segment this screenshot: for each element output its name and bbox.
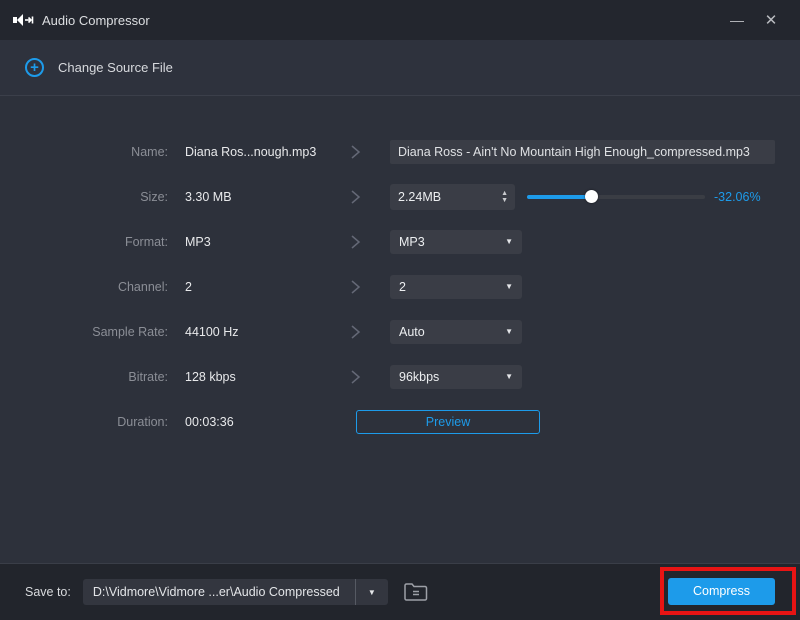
slider-fill — [527, 195, 592, 199]
close-icon: ✕ — [764, 12, 778, 29]
compress-button[interactable]: Compress — [668, 577, 775, 605]
name-row: Name: Diana Ros...nough.mp3 — [0, 129, 800, 174]
compression-form: Name: Diana Ros...nough.mp3 Size: 3.30 M… — [0, 96, 800, 563]
format-original-value: MP3 — [185, 234, 211, 249]
bitrate-selected-value: 96kbps — [399, 369, 440, 384]
channel-row: Channel: 2 2 ▼ — [0, 264, 800, 309]
window-title: Audio Compressor — [42, 12, 150, 28]
chevron-right-icon — [335, 323, 375, 341]
spinner-down-icon[interactable]: ▼ — [501, 197, 508, 204]
save-path-value: D:\Vidmore\Vidmore ...er\Audio Compresse… — [92, 585, 340, 599]
size-label: Size: — [140, 189, 168, 204]
target-size-spinner[interactable]: 2.24MB ▲ ▼ — [390, 183, 515, 210]
close-button[interactable]: ✕ — [754, 6, 788, 34]
name-label: Name: — [131, 144, 168, 159]
minimize-button[interactable]: — — [720, 6, 754, 34]
save-to-label: Save to: — [25, 585, 71, 599]
chevron-right-icon — [335, 278, 375, 296]
chevron-right-icon — [335, 188, 375, 206]
save-path-combo[interactable]: D:\Vidmore\Vidmore ...er\Audio Compresse… — [82, 579, 388, 605]
dropdown-arrow-icon: ▼ — [505, 372, 513, 381]
channel-label: Channel: — [117, 279, 168, 294]
save-path-dropdown-button[interactable]: ▼ — [356, 588, 388, 597]
sample-rate-label: Sample Rate: — [92, 324, 168, 339]
duration-label: Duration: — [117, 414, 168, 429]
format-selected-value: MP3 — [399, 234, 425, 249]
sample-rate-dropdown[interactable]: Auto ▼ — [390, 319, 522, 344]
size-row: Size: 3.30 MB 2.24MB ▲ ▼ -32.06% — [0, 174, 800, 219]
dropdown-arrow-icon: ▼ — [505, 237, 513, 246]
preview-button[interactable]: Preview — [356, 409, 540, 434]
sample-rate-row: Sample Rate: 44100 Hz Auto ▼ — [0, 309, 800, 354]
channel-dropdown[interactable]: 2 ▼ — [390, 274, 522, 299]
chevron-right-icon — [335, 368, 375, 386]
sample-rate-original-value: 44100 Hz — [185, 324, 239, 339]
dropdown-arrow-icon: ▼ — [505, 282, 513, 291]
folder-icon — [404, 583, 428, 601]
duration-original-value: 00:03:36 — [185, 414, 234, 429]
format-row: Format: MP3 MP3 ▼ — [0, 219, 800, 264]
footer-bar: Save to: D:\Vidmore\Vidmore ...er\Audio … — [0, 563, 800, 620]
sample-rate-selected-value: Auto — [399, 324, 425, 339]
source-bar: + Change Source File — [0, 40, 800, 96]
target-size-value: 2.24MB — [398, 189, 442, 204]
format-dropdown[interactable]: MP3 ▼ — [390, 229, 522, 254]
format-label: Format: — [124, 234, 168, 249]
chevron-right-icon — [335, 233, 375, 251]
size-original-value: 3.30 MB — [185, 189, 232, 204]
bitrate-row: Bitrate: 128 kbps 96kbps ▼ — [0, 354, 800, 399]
spinner-up-icon[interactable]: ▲ — [501, 190, 508, 197]
slider-thumb[interactable] — [585, 190, 599, 203]
size-slider[interactable] — [527, 190, 705, 203]
minimize-icon: — — [730, 12, 744, 28]
output-name-input[interactable] — [390, 139, 775, 164]
open-folder-button[interactable] — [401, 579, 431, 605]
speaker-compress-icon — [13, 14, 34, 26]
channel-original-value: 2 — [185, 279, 192, 294]
bitrate-original-value: 128 kbps — [185, 369, 236, 384]
duration-row: Duration: 00:03:36 Preview — [0, 399, 800, 444]
chevron-right-icon — [335, 143, 375, 161]
size-reduction-percent: -32.06% — [714, 189, 761, 204]
dropdown-arrow-icon: ▼ — [505, 327, 513, 336]
dropdown-arrow-icon: ▼ — [367, 587, 376, 597]
change-source-file-button[interactable]: Change Source File — [58, 60, 173, 75]
titlebar: Audio Compressor — ✕ — [0, 0, 800, 40]
red-highlight-annotation: Compress — [660, 567, 796, 615]
name-original-value: Diana Ros...nough.mp3 — [185, 144, 317, 159]
channel-selected-value: 2 — [399, 279, 406, 294]
bitrate-label: Bitrate: — [128, 369, 168, 384]
audio-compressor-window: Audio Compressor — ✕ + Change Source Fil… — [0, 0, 800, 620]
plus-circle-icon[interactable]: + — [25, 58, 44, 77]
bitrate-dropdown[interactable]: 96kbps ▼ — [390, 364, 522, 389]
